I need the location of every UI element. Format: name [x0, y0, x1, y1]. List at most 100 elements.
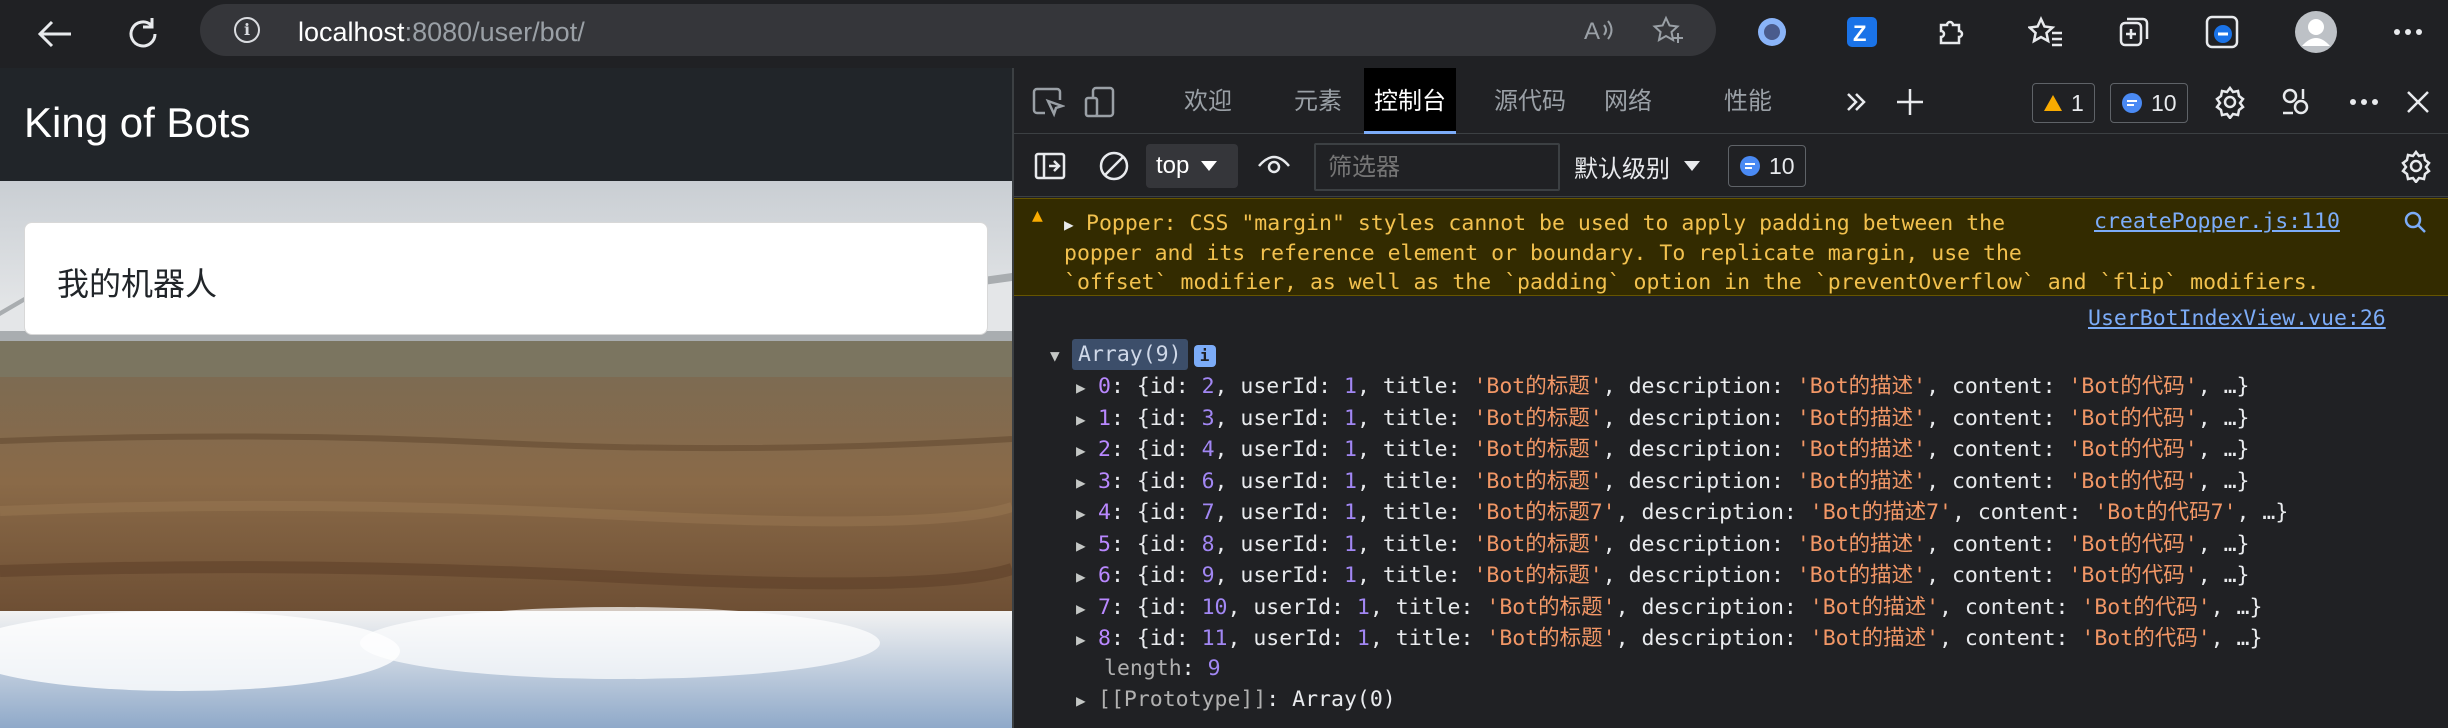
reload-button[interactable] [118, 9, 168, 59]
context-select[interactable]: top [1146, 144, 1238, 188]
warning-text[interactable]: ▶ Popper: CSS "margin" styles cannot be u… [1064, 209, 2320, 297]
extension-circle-icon[interactable] [1750, 10, 1794, 54]
punct: : { [1110, 531, 1150, 557]
settings-gear-icon[interactable] [2208, 80, 2252, 124]
edge-dev-icon[interactable] [2200, 10, 2244, 54]
punct: , [1939, 626, 1965, 651]
tab-elements[interactable]: 元素 [1284, 68, 1352, 134]
toggle-sidebar-icon[interactable] [1028, 144, 1072, 188]
key-title: title [1382, 531, 1448, 557]
array-item-row[interactable]: ▶ 6: {id: 9, userId: 1, title: 'Bot的标题' , … [1076, 561, 2250, 591]
tab-console[interactable]: 控制台 [1364, 68, 1456, 134]
punct: : { [1110, 437, 1150, 462]
key-content: content [1951, 374, 2043, 399]
array-item-row[interactable]: ▶ 0: {id: 2, userId: 1, title: 'Bot的标题' , … [1076, 372, 2250, 402]
collections-icon[interactable] [2112, 10, 2156, 54]
tab-performance[interactable]: 性能 [1714, 68, 1782, 134]
warnings-badge[interactable]: 1 [2032, 83, 2095, 123]
reload-icon [129, 18, 157, 48]
item-content: 'Bot的代码' [2068, 374, 2198, 399]
array-item-row[interactable]: ▶ 7: {id: 10, userId: 1, title: 'Bot的标题',… [1076, 593, 2262, 623]
devtools-tab-bar: 欢迎 元素 控制台 源代码 网络 性能 1 10 [1014, 68, 2448, 134]
svg-text:A: A [1584, 18, 1600, 45]
key-content: content [1951, 405, 2043, 431]
warning-source-link[interactable]: createPopper.js:110 [2094, 209, 2340, 234]
extensions-puzzle-icon[interactable] [1928, 10, 1972, 54]
item-id: 4 [1201, 437, 1215, 462]
punct: : [2055, 626, 2082, 651]
issues-badge[interactable]: 10 [1728, 145, 1806, 187]
tab-sources[interactable]: 源代码 [1484, 68, 1576, 134]
item-title: 'Bot的标题' [1473, 437, 1603, 462]
punct: , …} [2197, 405, 2250, 431]
key-title: title [1382, 468, 1448, 494]
array-item-row[interactable]: ▶ 3: {id: 6, userId: 1, title: 'Bot的标题' , … [1076, 467, 2250, 497]
key-content: content [1977, 500, 2069, 525]
read-aloud-icon[interactable]: A [1582, 15, 1616, 45]
zhihu-extension-icon[interactable]: Z [1840, 10, 1884, 54]
item-id: 2 [1201, 374, 1215, 399]
info-icon[interactable]: i [234, 17, 260, 43]
address-bar[interactable]: i localhost:8080/user/bot/ A [200, 4, 1716, 56]
favorites-icon[interactable] [2024, 10, 2068, 54]
tab-welcome[interactable]: 欢迎 [1174, 68, 1242, 134]
web-page: King of Bots 我的机器人 [0, 68, 1012, 728]
punct: , [1214, 437, 1241, 462]
item-userid: 1 [1343, 468, 1357, 494]
profile-avatar[interactable] [2294, 10, 2338, 54]
key-id: id [1149, 594, 1176, 620]
item-index: 8 [1098, 626, 1111, 651]
add-tab-plus-icon[interactable] [1888, 80, 1932, 124]
array-item-row[interactable]: ▶ 5: {id: 8, userId: 1, title: 'Bot的标题' , … [1076, 530, 2250, 560]
close-devtools-icon[interactable] [2396, 80, 2440, 124]
log-level-select[interactable]: 默认级别 [1574, 145, 1700, 187]
item-content: 'Bot的代码7' [2094, 500, 2237, 525]
console-settings-gear-icon[interactable] [2394, 144, 2438, 188]
console-warning-message: ▲ ▶ Popper: CSS "margin" styles cannot be… [1014, 198, 2448, 296]
expand-triangle-icon: ▶ [1076, 630, 1086, 649]
messages-badge[interactable]: 10 [2110, 83, 2188, 123]
array-item-row[interactable]: ▶ 4: {id: 7, userId: 1, title: 'Bot的标题7',… [1076, 498, 2288, 528]
clear-console-icon[interactable] [1092, 144, 1136, 188]
more-menu-icon[interactable] [2386, 10, 2430, 54]
punct: : { [1110, 626, 1150, 651]
search-icon[interactable] [2402, 209, 2428, 235]
devtools-more-icon[interactable] [2342, 80, 2386, 124]
url-text[interactable]: localhost:8080/user/bot/ [298, 17, 585, 48]
punct: : [1175, 626, 1202, 651]
customize-feedback-icon[interactable] [2274, 80, 2318, 124]
array-length-row: length: 9 [1104, 656, 1221, 681]
punct: , [1369, 626, 1396, 651]
add-favorite-icon[interactable] [1652, 15, 1686, 45]
punct: , [1602, 468, 1629, 494]
punct: : [1318, 563, 1344, 588]
prototype-row[interactable]: ▶ [[Prototype]]: Array(0) [1076, 685, 1396, 715]
item-description: 'Bot的描述' [1809, 626, 1940, 651]
message-bubble-icon [2122, 93, 2142, 113]
item-description: 'Bot的描述' [1809, 594, 1940, 620]
more-tabs-chevron-icon[interactable] [1834, 80, 1878, 124]
brand-title[interactable]: King of Bots [24, 99, 250, 147]
punct: , …} [2197, 531, 2250, 557]
array-item-row[interactable]: ▶ 1: {id: 3, userId: 1, title: 'Bot的标题', … [1076, 404, 2250, 434]
item-id: 9 [1201, 563, 1215, 588]
punct: , [1602, 437, 1629, 462]
live-expression-eye-icon[interactable] [1252, 144, 1296, 188]
array-item-row[interactable]: ▶ 2: {id: 4, userId: 1, title: 'Bot的标题' , … [1076, 435, 2250, 465]
punct: , [1356, 531, 1383, 557]
tab-network[interactable]: 网络 [1594, 68, 1662, 134]
array-item-row[interactable]: ▶ 8: {id: 11, userId: 1, title: 'Bot的标题',… [1076, 624, 2262, 654]
key-description: description [1641, 500, 1784, 525]
key-content: content [1951, 531, 2043, 557]
arrow-left-icon [37, 20, 71, 48]
punct: , [1926, 374, 1952, 399]
key-title: title [1395, 626, 1461, 651]
console-filter-input[interactable] [1314, 143, 1560, 191]
device-emulation-icon[interactable] [1078, 80, 1122, 124]
back-button[interactable] [30, 9, 80, 59]
key-userid: userId [1240, 437, 1319, 462]
log-source-link[interactable]: UserBotIndexView.vue:26 [2088, 306, 2386, 331]
array-header[interactable]: ▼ Array(9) i [1050, 339, 1216, 370]
navbar: King of Bots [0, 68, 1012, 181]
inspect-element-icon[interactable] [1026, 80, 1070, 124]
